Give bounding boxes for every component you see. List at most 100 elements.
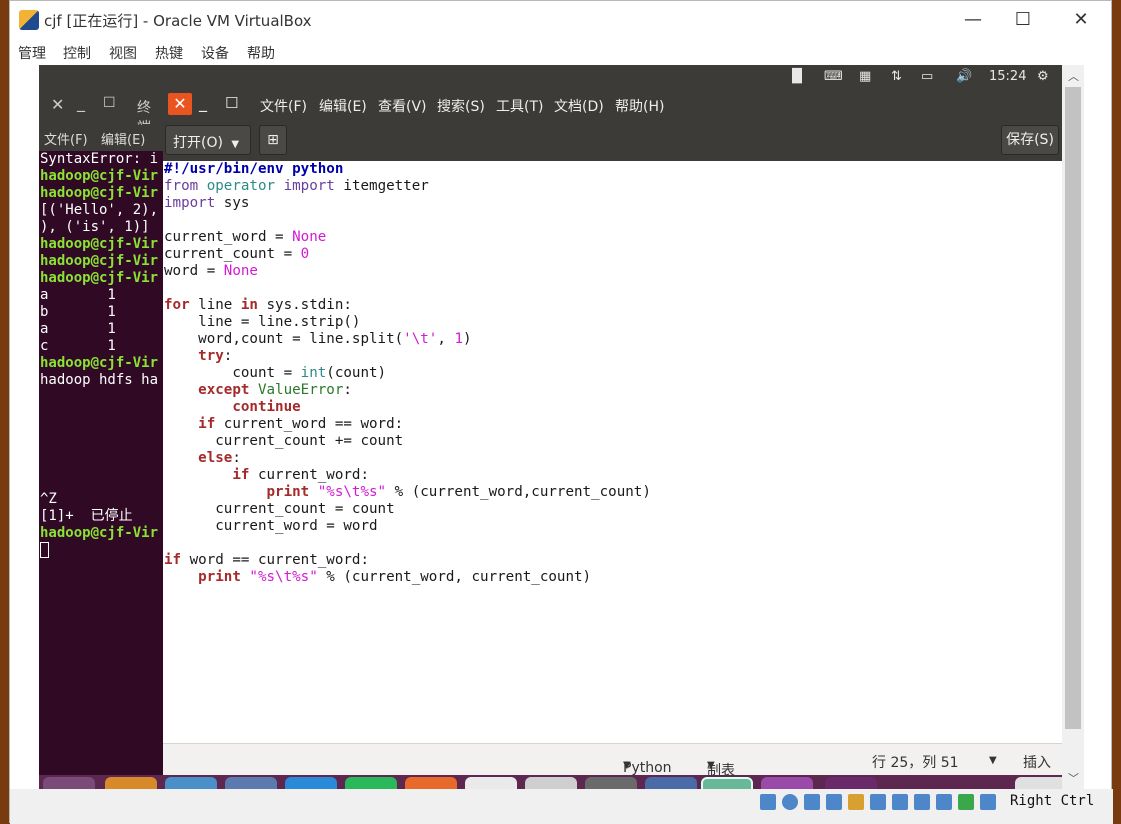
hard-disk-icon[interactable]: [760, 794, 776, 810]
gedit-menu-file[interactable]: 文件(F): [260, 96, 307, 116]
terminal-line: [('Hello', 2),: [40, 202, 159, 218]
app-icon[interactable]: [405, 777, 457, 789]
save-button[interactable]: 保存(S): [1001, 125, 1059, 155]
gedit-minimize-icon[interactable]: _: [199, 93, 207, 112]
code-token: else: [164, 450, 233, 466]
terminal-menu-file[interactable]: 文件(F): [44, 129, 88, 148]
code-token: print: [164, 484, 318, 500]
app-icon[interactable]: [465, 777, 517, 789]
terminal-window[interactable]: ✕ _ ☐ 终端 文件(F) 编辑(E) SyntaxError: ihadoo…: [39, 89, 163, 577]
terminal-close-icon[interactable]: ✕: [51, 95, 64, 114]
window-title: cjf [正在运行] - Oracle VM VirtualBox: [44, 12, 312, 30]
terminal-minimize-icon[interactable]: _: [77, 93, 85, 112]
code-line: print "%s\t%s" % (current_word,current_c…: [164, 484, 1062, 501]
maximize-button[interactable]: ☐: [1000, 6, 1046, 34]
code-token: import: [275, 178, 344, 194]
code-token: ValueError: [257, 382, 344, 398]
cpu-icon[interactable]: [936, 794, 952, 810]
terminal-line: ^Z: [40, 491, 57, 507]
volume-icon[interactable]: 🔊: [956, 69, 972, 84]
battery-icon[interactable]: ▭: [921, 69, 933, 84]
code-line: word = None: [164, 263, 1062, 280]
code-token: line = line.strip(): [164, 314, 361, 330]
code-line: else:: [164, 450, 1062, 467]
menu-view[interactable]: 视图: [109, 43, 137, 63]
keyboard-icon[interactable]: ⌨: [824, 69, 843, 84]
vertical-scrollbar[interactable]: ︿ ﹀: [1062, 65, 1084, 789]
gedit-menu-help[interactable]: 帮助(H): [615, 96, 664, 116]
gedit-menu-view[interactable]: 查看(V): [378, 96, 427, 116]
usb-icon[interactable]: [848, 794, 864, 810]
new-tab-icon[interactable]: ⊞: [259, 125, 287, 155]
guest-screen[interactable]: ▐▌ ⌨ ▦ ⇅ ▭ 🔊 15:24 ⚙ ✕ _ ☐ 终端 文件(F) 编辑(E…: [39, 65, 1062, 789]
mouse-integration-icon[interactable]: [958, 794, 974, 810]
close-button[interactable]: ✕: [1058, 6, 1104, 34]
code-token: word =: [164, 263, 224, 279]
app-icon[interactable]: [525, 777, 577, 789]
browser-icon[interactable]: [165, 777, 217, 789]
gear-icon[interactable]: ⚙: [1037, 69, 1049, 84]
dash-icon[interactable]: [43, 777, 95, 789]
terminal-icon[interactable]: [585, 777, 637, 789]
trash-icon[interactable]: [1015, 777, 1062, 789]
code-token: "%s\t%s": [317, 484, 387, 500]
files-icon[interactable]: [105, 777, 157, 789]
terminal-cursor: [40, 542, 49, 558]
scroll-down-icon[interactable]: ﹀: [1068, 770, 1079, 786]
keyboard-capture-icon[interactable]: [980, 794, 996, 810]
code-line: word,count = line.split('\t', 1): [164, 331, 1062, 348]
minimize-button[interactable]: —: [950, 6, 996, 34]
scroll-up-icon[interactable]: ︿: [1068, 68, 1079, 84]
app-icon[interactable]: [345, 777, 397, 789]
code-token: if: [164, 416, 224, 432]
optical-drive-icon[interactable]: [782, 794, 798, 810]
menu-control[interactable]: 控制: [63, 43, 91, 63]
terminal-maximize-icon[interactable]: ☐: [103, 95, 116, 111]
menu-manage[interactable]: 管理: [18, 43, 46, 63]
chevron-down-icon[interactable]: ▼: [989, 755, 997, 766]
code-editor[interactable]: #!/usr/bin/env python from operator impor…: [163, 161, 1062, 743]
code-token: sys: [223, 195, 250, 211]
code-token: current_word =: [164, 229, 293, 245]
code-token: % (current_word, current_count): [317, 569, 592, 585]
clock[interactable]: 15:24: [989, 69, 1026, 84]
accessibility-icon[interactable]: ▐▌: [787, 69, 807, 84]
gedit-window[interactable]: ✕ _ ☐ 文件(F) 编辑(E) 查看(V) 搜索(S) 工具(T) 文档(D…: [163, 89, 1062, 789]
app-icon[interactable]: [761, 777, 813, 789]
terminal-line: b 1: [40, 304, 116, 320]
input-method-icon[interactable]: ▦: [859, 69, 871, 84]
app-icon[interactable]: [825, 777, 877, 789]
gedit-menu-edit[interactable]: 编辑(E): [319, 96, 367, 116]
terminal-line: hadoop@cjf-Vir: [40, 185, 159, 201]
code-line: print "%s\t%s" % (current_word, current_…: [164, 569, 1062, 586]
shared-folder-icon[interactable]: [870, 794, 886, 810]
audio-icon[interactable]: [804, 794, 820, 810]
ubuntu-top-panel: ▐▌ ⌨ ▦ ⇅ ▭ 🔊 15:24 ⚙: [39, 65, 1062, 89]
menu-devices[interactable]: 设备: [201, 43, 229, 63]
app-icon[interactable]: [225, 777, 277, 789]
open-button-label: 打开(O): [173, 135, 223, 151]
scrollbar-thumb[interactable]: [1065, 87, 1081, 729]
network-adapter-icon[interactable]: [826, 794, 842, 810]
app-icon[interactable]: [285, 777, 337, 789]
app-icon[interactable]: [645, 777, 697, 789]
gedit-maximize-icon[interactable]: ☐: [225, 94, 238, 112]
video-capture-icon[interactable]: [914, 794, 930, 810]
menu-hotkey[interactable]: 热键: [155, 43, 183, 63]
display-icon[interactable]: [892, 794, 908, 810]
app-icon[interactable]: [701, 777, 753, 789]
menu-help[interactable]: 帮助: [247, 43, 275, 63]
network-icon[interactable]: ⇅: [891, 69, 902, 84]
gedit-menu-search[interactable]: 搜索(S): [437, 96, 485, 116]
gedit-menu-tools[interactable]: 工具(T): [496, 96, 543, 116]
gedit-close-icon[interactable]: ✕: [168, 93, 192, 115]
terminal-output[interactable]: SyntaxError: i hadoop@cjf-Vir hadoop@cjf-V…: [40, 151, 163, 558]
gedit-menu-document[interactable]: 文档(D): [554, 96, 604, 116]
code-token: import: [164, 195, 224, 211]
code-token: :: [232, 450, 241, 466]
open-button[interactable]: 打开(O) ▼: [165, 125, 251, 155]
code-token: "%s\t%s": [249, 569, 318, 585]
code-token: % (current_word,current_count): [386, 484, 651, 500]
terminal-menu-edit[interactable]: 编辑(E): [101, 129, 145, 148]
